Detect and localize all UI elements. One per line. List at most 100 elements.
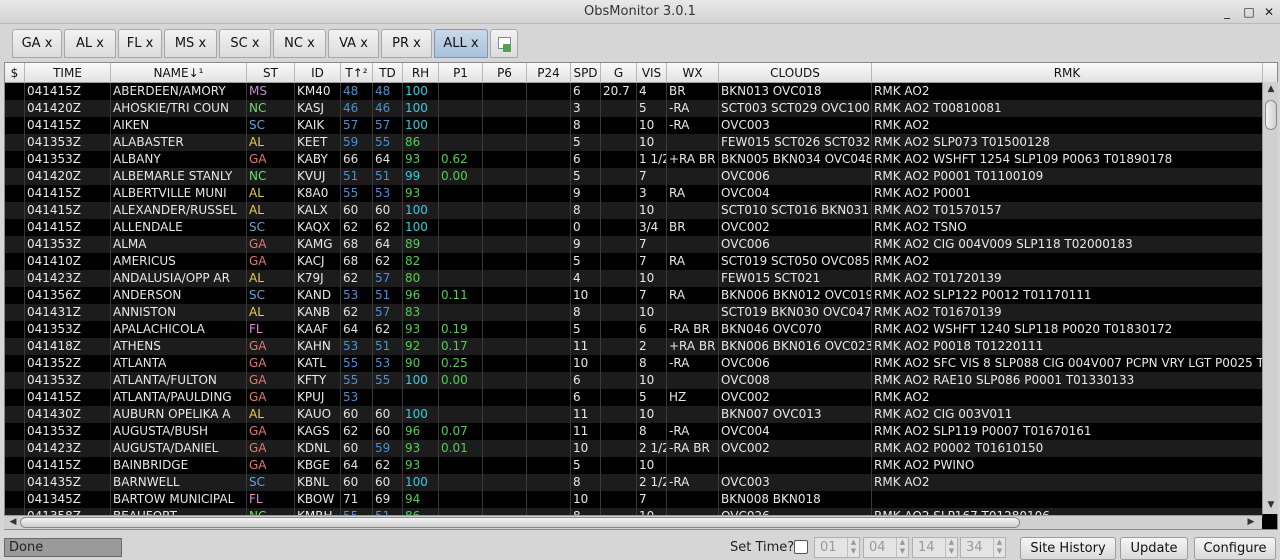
- hour-spinner[interactable]: 04 ▲ ▼: [863, 537, 909, 558]
- table-row[interactable]: 041353Z ALMA GA KAMG 68 64 89 9 7 OVC006 RMK AO2 C…: [5, 236, 1263, 253]
- configure-button[interactable]: Configure: [1194, 537, 1276, 560]
- table-row[interactable]: 041415Z ATLANTA/PAULDING GA KPUJ 53 6 5 HZ OVC00…: [5, 389, 1263, 406]
- tab-ga[interactable]: GA x: [12, 29, 62, 58]
- minute-value: 14: [918, 540, 935, 555]
- cell-clouds: OVC004: [719, 185, 872, 202]
- table-row[interactable]: 041345Z BARTOW MUNICIPAL FL KBOW 71 69 94 10 7 BK…: [5, 491, 1263, 508]
- cell-st: AL: [247, 202, 295, 219]
- table-row[interactable]: 041430Z AUBURN OPELIKA A AL KAUO 60 60 100 11 10…: [5, 406, 1263, 423]
- table-row[interactable]: 041415Z ALLENDALE SC KAQX 62 62 100 0 3/4 BR OVC00…: [5, 219, 1263, 236]
- cell-p1: 0.01: [439, 440, 483, 457]
- table-row[interactable]: 041415Z ABERDEEN/AMORY MS KM40 48 48 100 6 20.7 4…: [5, 83, 1263, 100]
- cell-p24: [527, 100, 571, 117]
- column-header-p6[interactable]: P6: [483, 63, 527, 83]
- tab-va[interactable]: VA x: [328, 29, 379, 58]
- minute-stepper-icon[interactable]: ▲ ▼: [945, 538, 957, 557]
- tab-nc[interactable]: NC x: [273, 29, 326, 58]
- table-row[interactable]: 041356Z ANDERSON SC KAND 53 51 96 0.11 10 7 RA BKN0…: [5, 287, 1263, 304]
- cell-p6: [483, 338, 527, 355]
- table-row[interactable]: 041410Z AMERICUS GA KACJ 68 62 82 5 7 RA SCT019 SC…: [5, 253, 1263, 270]
- tab-al[interactable]: AL x: [64, 29, 116, 58]
- table-row[interactable]: 041353Z ATLANTA/FULTON GA KFTY 55 55 100 0.00 6 1…: [5, 372, 1263, 389]
- horizontal-scrollbar[interactable]: ◀ ▶: [4, 515, 1262, 529]
- cell-t: 51: [341, 168, 373, 185]
- column-header-st[interactable]: ST: [247, 63, 295, 83]
- table-row[interactable]: 041423Z ANDALUSIA/OPP AR AL K79J 62 57 80 4 10 FE…: [5, 270, 1263, 287]
- cell-st: GA: [247, 151, 295, 168]
- cell-p6: [483, 474, 527, 491]
- cell-t: 46: [341, 100, 373, 117]
- day-stepper-icon[interactable]: ▲ ▼: [847, 538, 859, 557]
- column-header-td[interactable]: TD: [373, 63, 403, 83]
- column-header-p1[interactable]: P1: [439, 63, 483, 83]
- cell-spd: 11: [571, 338, 601, 355]
- column-header-rh[interactable]: RH: [403, 63, 439, 83]
- horizontal-scroll-thumb[interactable]: [20, 517, 1020, 528]
- tab-sc[interactable]: SC x: [219, 29, 271, 58]
- table-row[interactable]: 041415Z ALEXANDER/RUSSEL AL KALX 60 60 100 8 10 S…: [5, 202, 1263, 219]
- tab-ms[interactable]: MS x: [164, 29, 217, 58]
- site-history-button[interactable]: Site History: [1020, 537, 1116, 560]
- column-header-flag[interactable]: $: [5, 63, 25, 83]
- cell-st: FL: [247, 321, 295, 338]
- cell-p1: [439, 457, 483, 474]
- table-row[interactable]: 041420Z AHOSKIE/TRI COUN NC KASJ 46 46 100 3 5 -R…: [5, 100, 1263, 117]
- second-spinner[interactable]: 34 ▲ ▼: [960, 537, 1006, 558]
- second-stepper-icon[interactable]: ▲ ▼: [993, 538, 1005, 557]
- table-row[interactable]: 041415Z AIKEN SC KAIK 57 57 100 8 10 -RA OVC003 RMK…: [5, 117, 1263, 134]
- close-icon[interactable]: ✕: [1260, 3, 1278, 21]
- new-tab-icon[interactable]: [490, 29, 518, 58]
- table-row[interactable]: 041353Z ALABASTER AL KEET 59 55 86 5 10 FEW015 SC…: [5, 134, 1263, 151]
- column-header-time[interactable]: TIME: [25, 63, 111, 83]
- column-header-g[interactable]: G: [601, 63, 637, 83]
- column-header-clouds[interactable]: CLOUDS: [719, 63, 872, 83]
- day-spinner[interactable]: 01 ▲ ▼: [814, 537, 860, 558]
- column-header-p24[interactable]: P24: [527, 63, 571, 83]
- cell-p6: [483, 304, 527, 321]
- minimize-icon[interactable]: _: [1218, 3, 1236, 21]
- tab-pr[interactable]: PR x: [381, 29, 432, 58]
- table-row[interactable]: 041352Z ATLANTA GA KATL 55 53 90 0.25 10 8 -RA OVC0…: [5, 355, 1263, 372]
- table-row[interactable]: 041353Z AUGUSTA/BUSH GA KAGS 62 60 96 0.07 11 8 -R…: [5, 423, 1263, 440]
- cell-wx: -RA: [667, 474, 719, 491]
- scroll-down-icon[interactable]: ▼: [1264, 500, 1278, 510]
- scroll-left-icon[interactable]: ◀: [6, 517, 20, 527]
- column-header-wx[interactable]: WX: [667, 63, 719, 83]
- cell-t: 48: [341, 83, 373, 100]
- update-button[interactable]: Update: [1120, 537, 1188, 560]
- table-row[interactable]: 041420Z ALBEMARLE STANLY NC KVUJ 51 51 99 0.00 5…: [5, 168, 1263, 185]
- cell-t: 71: [341, 491, 373, 508]
- table-row[interactable]: 041353Z APALACHICOLA FL KAAF 64 62 93 0.19 5 6 -RA…: [5, 321, 1263, 338]
- vertical-scrollbar[interactable]: ▲ ▼: [1262, 82, 1278, 514]
- hour-value: 04: [869, 540, 886, 555]
- cell-time: 041418Z: [25, 338, 111, 355]
- table-row[interactable]: 041435Z BARNWELL SC KBNL 60 60 100 8 2 1/2 -RA OVC…: [5, 474, 1263, 491]
- maximize-icon[interactable]: □: [1240, 3, 1258, 21]
- minute-spinner[interactable]: 14 ▲ ▼: [912, 537, 958, 558]
- cell-name: ALBEMARLE STANLY: [111, 168, 247, 185]
- tab-fl[interactable]: FL x: [118, 29, 162, 58]
- cell-wx: [667, 236, 719, 253]
- cell-clouds: SCT010 SCT016 BKN031: [719, 202, 872, 219]
- table-row[interactable]: 041418Z ATHENS GA KAHN 53 51 92 0.17 11 2 +RA BR BK…: [5, 338, 1263, 355]
- set-time-checkbox[interactable]: [794, 540, 808, 554]
- table-row[interactable]: 041415Z BAINBRIDGE GA KBGE 64 62 93 5 10 RMK AO2 …: [5, 457, 1263, 474]
- column-header-id[interactable]: ID: [295, 63, 341, 83]
- scroll-up-icon[interactable]: ▲: [1264, 84, 1278, 94]
- table-row[interactable]: 041415Z ALBERTVILLE MUNI AL K8A0 55 53 93 9 3 RA O…: [5, 185, 1263, 202]
- cell-id: KANB: [295, 304, 341, 321]
- vertical-scroll-thumb[interactable]: [1265, 100, 1277, 130]
- table-body: 041415Z ABERDEEN/AMORY MS KM40 48 48 100 6 20.7 4…: [5, 83, 1263, 517]
- table-row[interactable]: 041431Z ANNISTON AL KANB 62 57 83 8 10 SCT019 BKN…: [5, 304, 1263, 321]
- scroll-right-icon[interactable]: ▶: [1244, 517, 1258, 527]
- column-header-name[interactable]: NAME↓¹: [111, 63, 247, 83]
- column-header-spd[interactable]: SPD: [571, 63, 601, 83]
- cell-rh: 100: [403, 372, 439, 389]
- hour-stepper-icon[interactable]: ▲ ▼: [896, 538, 908, 557]
- table-row[interactable]: 041353Z ALBANY GA KABY 66 64 93 0.62 6 1 1/2 +RA B…: [5, 151, 1263, 168]
- tab-all[interactable]: ALL x: [434, 29, 488, 58]
- column-header-vis[interactable]: VIS: [637, 63, 667, 83]
- column-header-rmk[interactable]: RMK: [872, 63, 1263, 83]
- table-row[interactable]: 041423Z AUGUSTA/DANIEL GA KDNL 60 59 93 0.01 10 2…: [5, 440, 1263, 457]
- column-header-t[interactable]: T↑²: [341, 63, 373, 83]
